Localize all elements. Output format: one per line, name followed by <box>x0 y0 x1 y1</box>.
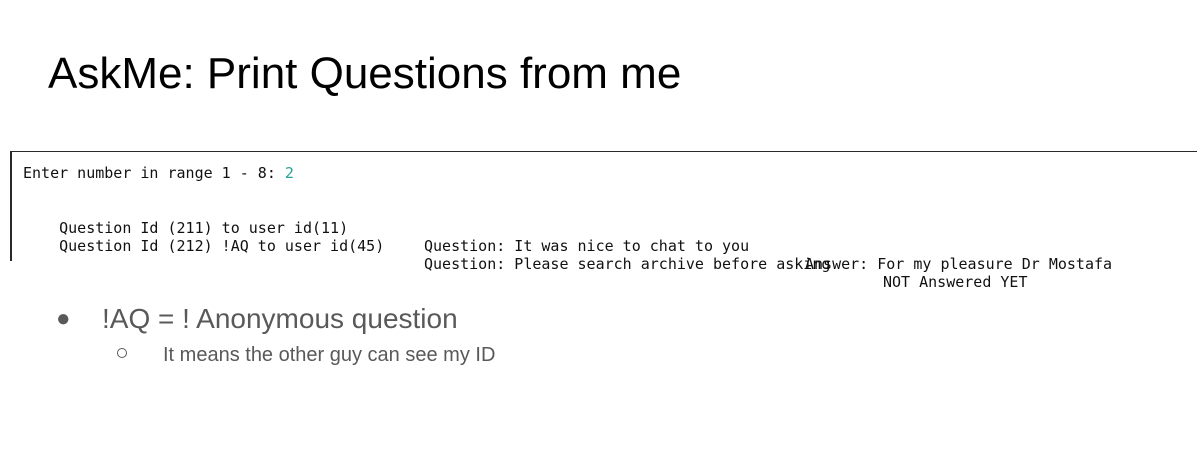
prompt-text: Enter number in range 1 - 8: <box>23 164 285 182</box>
question-id-text: Question Id (212) !AQ to user id(45) <box>59 237 385 255</box>
question-text: Question: Please search archive before a… <box>424 255 831 273</box>
prompt-input-value: 2 <box>284 164 294 182</box>
answer-text: NOT Answered YET <box>883 273 1028 291</box>
question-text: Question: It was nice to chat to you <box>424 237 750 255</box>
terminal-output: Enter number in range 1 - 8: 2 Question … <box>10 151 1197 291</box>
question-row: Question Id (212) !AQ to user id(45) Que… <box>23 219 1027 309</box>
bullet-level1-text: !AQ = ! Anonymous question <box>102 303 458 334</box>
slide-title: AskMe: Print Questions from me <box>48 49 682 98</box>
answer-text: Answer: For my pleasure Dr Mostafa <box>805 255 1113 273</box>
bullet-dot-icon: ● <box>56 305 71 332</box>
bullet-circle-icon <box>117 348 127 358</box>
terminal-prompt: Enter number in range 1 - 8: 2 <box>23 164 294 182</box>
bullet-level2-text: It means the other guy can see my ID <box>163 344 496 366</box>
